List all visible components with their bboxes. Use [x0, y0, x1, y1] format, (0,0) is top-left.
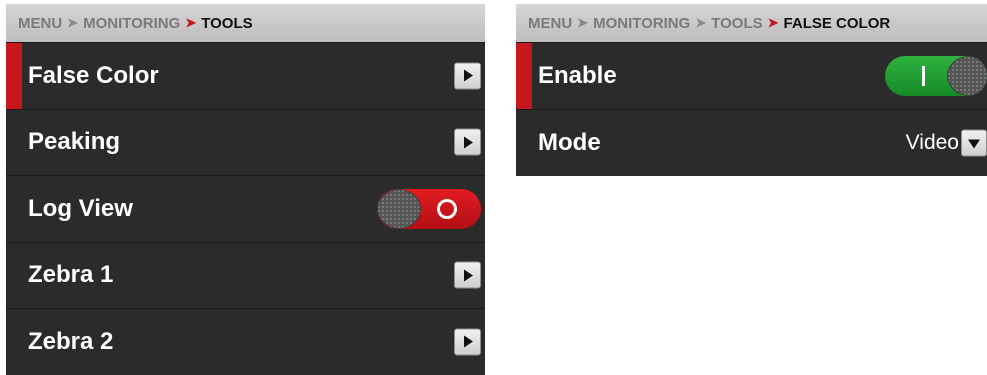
menu-item-zebra-2[interactable]: Zebra 2 — [6, 308, 485, 375]
setting-label: Enable — [538, 62, 617, 89]
log-view-toggle[interactable] — [377, 188, 481, 229]
breadcrumb-separator-icon: ➤ — [577, 15, 589, 30]
breadcrumb-tools[interactable]: TOOLS — [711, 15, 762, 32]
breadcrumb-monitoring[interactable]: MONITORING — [83, 15, 180, 32]
breadcrumb-separator-icon: ➤ — [695, 15, 707, 30]
chevron-right-icon[interactable] — [454, 128, 481, 156]
breadcrumb-false-color: FALSE COLOR — [783, 14, 891, 32]
enable-toggle[interactable] — [885, 56, 987, 96]
breadcrumb-separator-icon: ➤ — [67, 15, 79, 30]
breadcrumb-separator-icon: ➤ — [767, 15, 779, 30]
circle-icon — [437, 198, 457, 219]
menu-item-log-view[interactable]: Log View — [6, 175, 485, 242]
chevron-down-icon[interactable] — [961, 129, 987, 157]
tools-menu-panel: MENU ➤ MONITORING ➤ TOOLS False Color Pe… — [6, 4, 485, 375]
breadcrumb-separator-icon: ➤ — [185, 15, 197, 30]
toggle-knob[interactable] — [947, 56, 987, 96]
chevron-right-icon[interactable] — [454, 261, 481, 289]
menu-item-false-color[interactable]: False Color — [6, 42, 485, 109]
breadcrumb-menu[interactable]: MENU — [528, 15, 572, 32]
menu-item-label: Zebra 1 — [28, 261, 114, 289]
menu-item-zebra-1[interactable]: Zebra 1 — [6, 241, 485, 308]
menu-item-label: False Color — [28, 61, 159, 89]
menu-item-peaking[interactable]: Peaking — [6, 108, 485, 175]
chevron-right-icon[interactable] — [454, 328, 481, 356]
breadcrumb-monitoring[interactable]: MONITORING — [593, 15, 690, 32]
menu-item-label: Log View — [28, 194, 133, 222]
breadcrumb-tools: TOOLS — [201, 14, 253, 32]
mode-value[interactable]: Video — [906, 131, 959, 155]
setting-enable[interactable]: Enable — [516, 42, 987, 109]
menu-item-label: Peaking — [28, 128, 121, 156]
bar-icon — [922, 66, 925, 86]
toggle-knob[interactable] — [377, 188, 421, 229]
chevron-right-icon[interactable] — [454, 62, 481, 90]
breadcrumb-menu[interactable]: MENU — [18, 15, 62, 32]
breadcrumb: MENU ➤ MONITORING ➤ TOOLS ➤ FALSE COLOR — [516, 4, 987, 42]
setting-label: Mode — [538, 129, 601, 156]
false-color-panel: MENU ➤ MONITORING ➤ TOOLS ➤ FALSE COLOR … — [516, 4, 987, 176]
breadcrumb: MENU ➤ MONITORING ➤ TOOLS — [6, 4, 485, 42]
setting-mode[interactable]: Mode Video — [516, 109, 987, 176]
menu-item-label: Zebra 2 — [28, 327, 114, 355]
